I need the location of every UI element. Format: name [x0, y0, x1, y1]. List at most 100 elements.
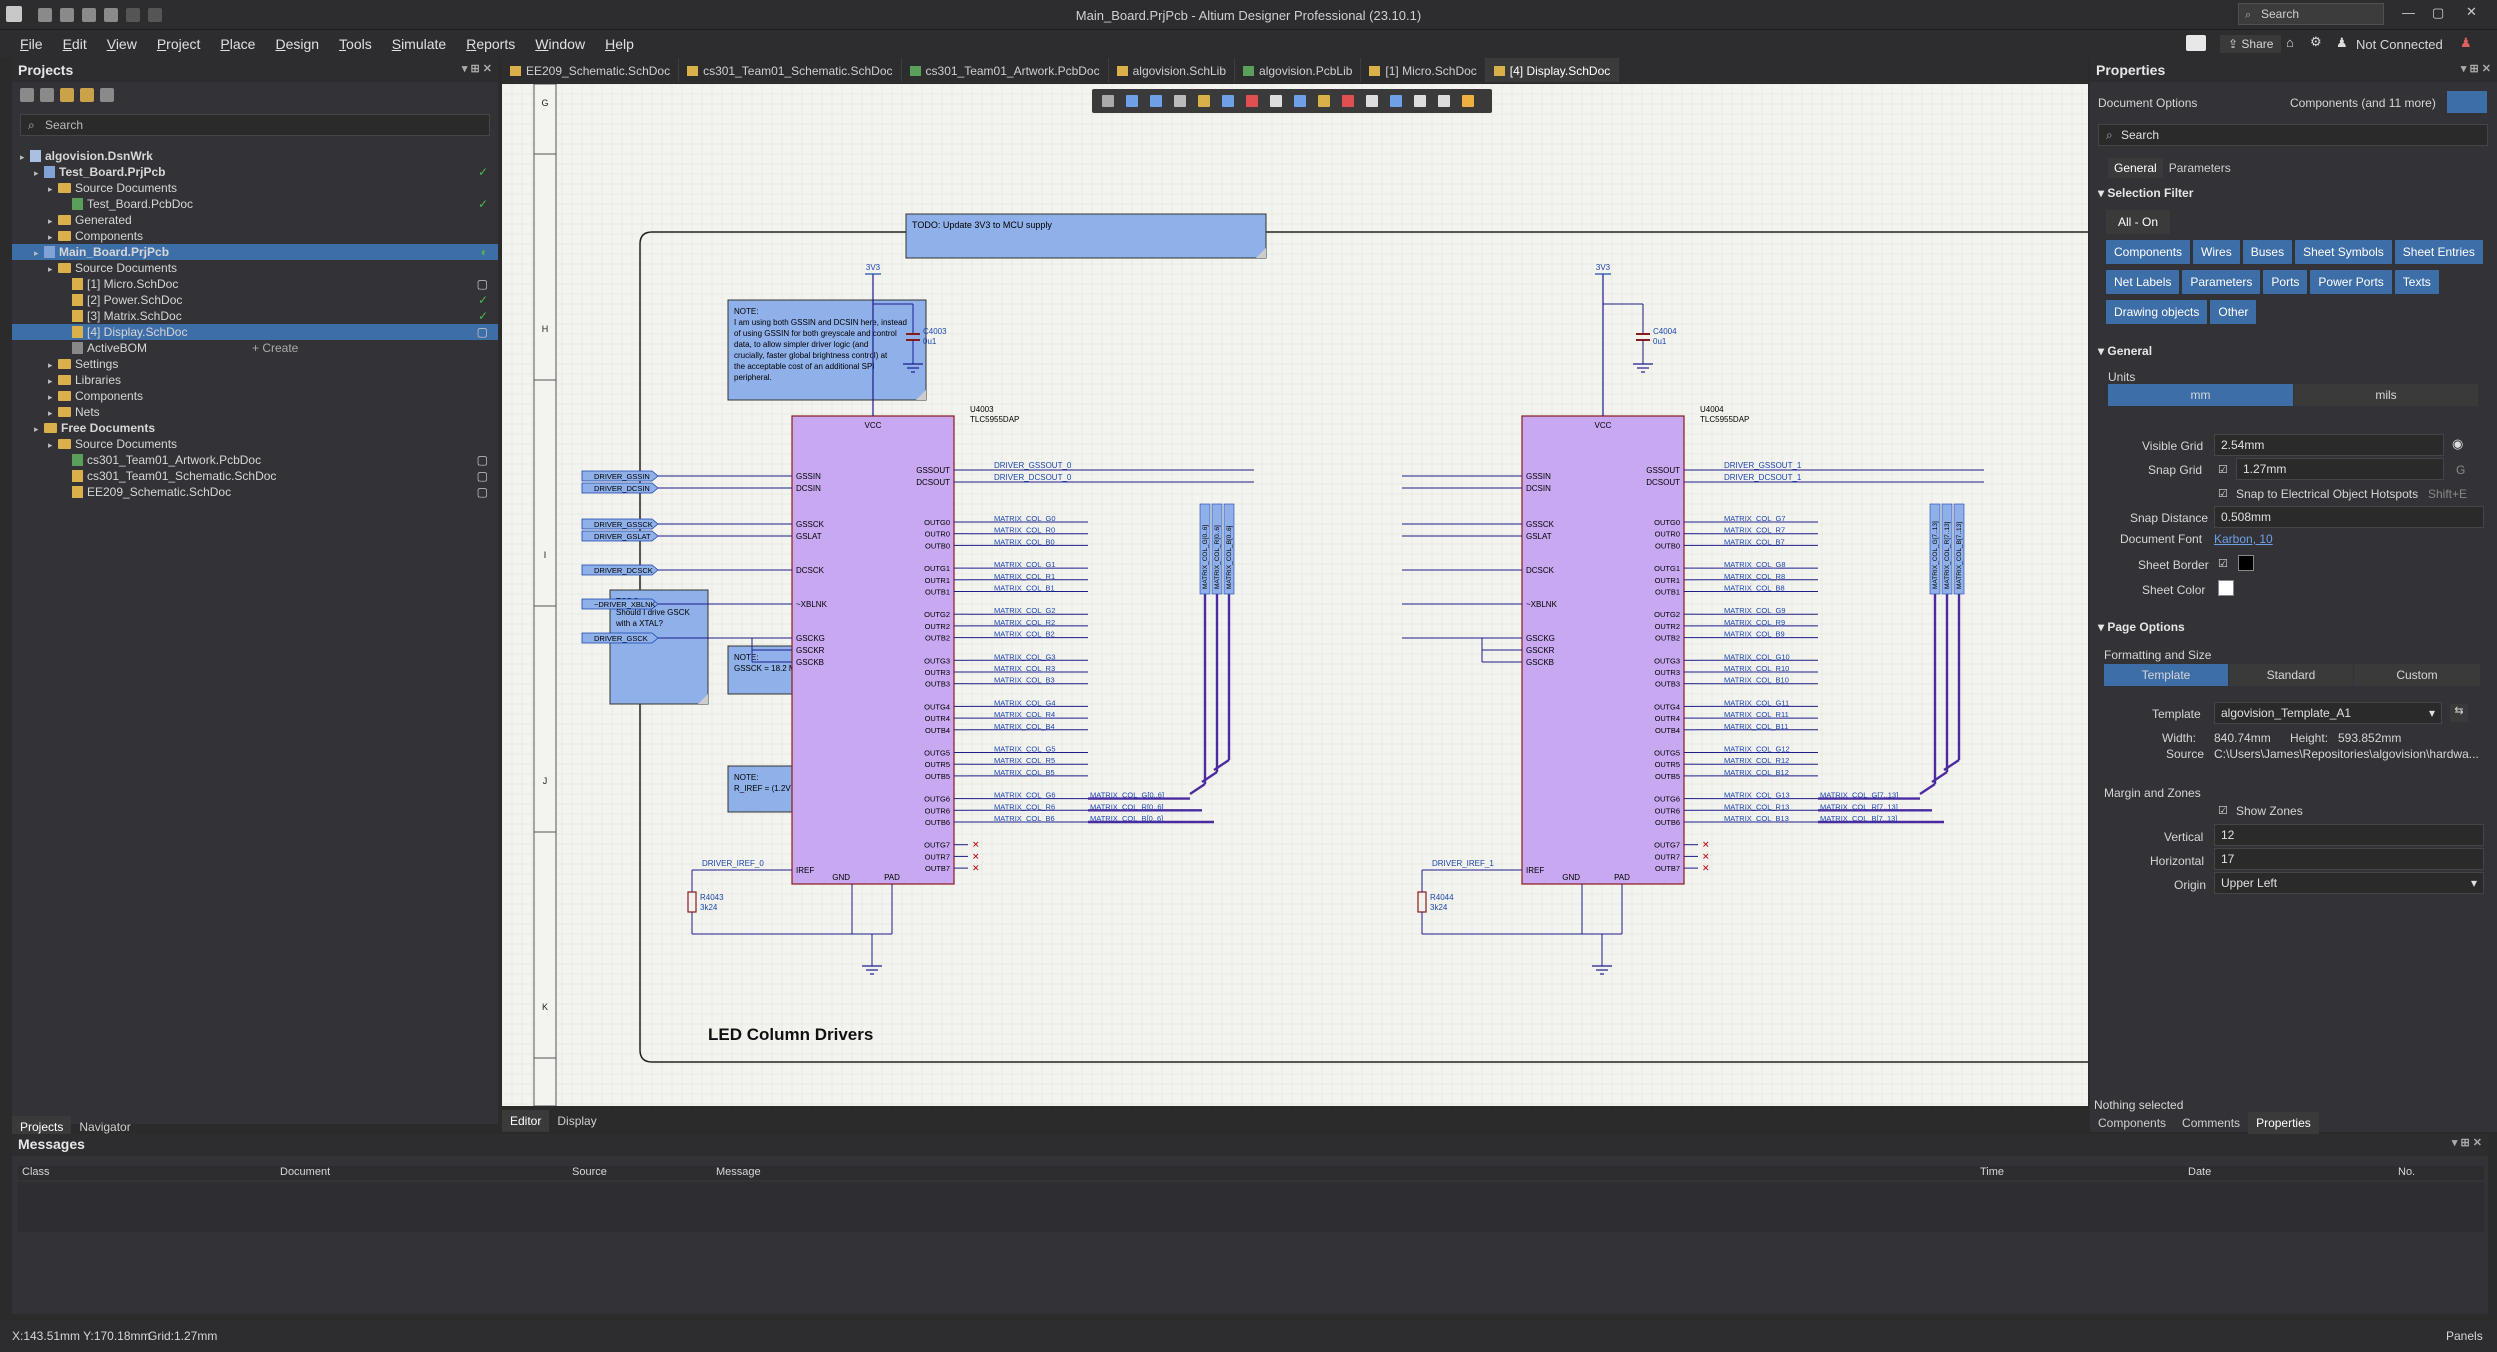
snap-hotspots-checkbox[interactable]: ☑: [2218, 487, 2228, 500]
filter-other-chip[interactable]: Other: [2210, 300, 2257, 324]
tree-item[interactable]: [4] Display.SchDoc ▢: [12, 324, 498, 340]
menu-window[interactable]: Window: [525, 30, 595, 58]
tree-item[interactable]: [1] Micro.SchDoc ▢: [12, 276, 498, 292]
expand-chevron-icon[interactable]: ▸: [34, 165, 44, 181]
expand-chevron-icon[interactable]: ▸: [34, 245, 44, 261]
tab-properties[interactable]: Properties: [2248, 1112, 2319, 1134]
unit-mils-button[interactable]: mils: [2294, 384, 2478, 406]
panels-button[interactable]: Panels: [2442, 1329, 2487, 1343]
eye-icon[interactable]: ◉: [2452, 436, 2463, 452]
connection-status[interactable]: Not Connected: [2356, 37, 2443, 52]
sheet-color-swatch[interactable]: [2218, 580, 2234, 596]
refresh-template-icon[interactable]: ⇆: [2450, 704, 2468, 722]
settings-gear-icon[interactable]: ⚙: [2310, 34, 2322, 50]
selection-filter-heading[interactable]: ▾ Selection Filter: [2098, 186, 2193, 200]
panel-controls-icon[interactable]: ▾ ⊞ ✕: [2461, 62, 2491, 75]
toolbar-tool-icon[interactable]: [1222, 95, 1234, 107]
expand-chevron-icon[interactable]: ▸: [48, 437, 58, 453]
tree-item[interactable]: [2] Power.SchDoc ✓: [12, 292, 498, 308]
toolbar-tool-icon[interactable]: [1126, 95, 1138, 107]
menu-tools[interactable]: Tools: [329, 30, 382, 58]
snap-distance-field[interactable]: 0.508mm: [2214, 506, 2484, 528]
add-folder-icon[interactable]: [80, 88, 94, 102]
expand-chevron-icon[interactable]: ▸: [34, 421, 44, 437]
filter-drawing-objects-chip[interactable]: Drawing objects: [2106, 300, 2208, 324]
panel-controls-icon[interactable]: ▾ ⊞ ✕: [462, 62, 492, 75]
format-standard-button[interactable]: Standard: [2229, 664, 2353, 686]
tree-item[interactable]: ▸ Generated: [12, 212, 498, 228]
tree-item[interactable]: ▸ Main_Board.PrjPcb ◐: [12, 244, 498, 260]
tree-item[interactable]: ActiveBOM + Create: [12, 340, 498, 356]
show-zones-checkbox[interactable]: ☑: [2218, 804, 2228, 817]
col-no[interactable]: No.: [2398, 1166, 2415, 1178]
col-message[interactable]: Message: [716, 1166, 761, 1178]
expand-chevron-icon[interactable]: ▸: [48, 373, 58, 389]
toolbar-tool-icon[interactable]: [1462, 95, 1474, 107]
col-source[interactable]: Source: [572, 1166, 607, 1178]
close-window-button[interactable]: ✕: [2466, 4, 2477, 20]
toolbar-tool-icon[interactable]: [1414, 95, 1426, 107]
toolbar-tool-icon[interactable]: [1102, 95, 1114, 107]
menu-file[interactable]: File: [10, 30, 53, 58]
tab-editor[interactable]: Editor: [502, 1110, 550, 1132]
tree-item[interactable]: ▸ Free Documents: [12, 420, 498, 436]
horizontal-field[interactable]: 17: [2214, 848, 2484, 870]
tab-comments[interactable]: Comments: [2174, 1112, 2248, 1134]
format-template-button[interactable]: Template: [2104, 664, 2228, 686]
new-project-icon[interactable]: [40, 88, 54, 102]
expand-chevron-icon[interactable]: ▸: [48, 389, 58, 405]
toolbar-tool-icon[interactable]: [1318, 95, 1330, 107]
menu-edit[interactable]: Edit: [53, 30, 97, 58]
tree-item[interactable]: cs301_Team01_Schematic.SchDoc ▢: [12, 468, 498, 484]
properties-search[interactable]: ⌕ Search: [2098, 124, 2488, 146]
menu-design[interactable]: Design: [265, 30, 329, 58]
open-folder-icon[interactable]: [60, 88, 74, 102]
expand-chevron-icon[interactable]: ▸: [48, 357, 58, 373]
document-tab[interactable]: [1] Micro.SchDoc: [1361, 58, 1486, 82]
tree-item[interactable]: ▸ algovision.DsnWrk: [12, 148, 498, 164]
snap-grid-checkbox[interactable]: ☑: [2218, 463, 2228, 476]
document-tab[interactable]: EE209_Schematic.SchDoc: [502, 58, 680, 82]
all-on-button[interactable]: All - On: [2106, 210, 2171, 234]
document-tab[interactable]: algovision.PcbLib: [1235, 58, 1362, 82]
tree-item[interactable]: ▸ Nets: [12, 404, 498, 420]
sheet-border-color-swatch[interactable]: [2238, 555, 2254, 571]
toolbar-tool-icon[interactable]: [1438, 95, 1450, 107]
page-options-heading[interactable]: ▾ Page Options: [2098, 620, 2185, 634]
tab-components[interactable]: Components: [2090, 1112, 2174, 1134]
settings-icon[interactable]: [100, 88, 114, 102]
sheet-border-checkbox[interactable]: ☑: [2218, 557, 2228, 570]
filter-texts-chip[interactable]: Texts: [2394, 270, 2439, 294]
filter-ports-chip[interactable]: Ports: [2263, 270, 2308, 294]
filter-net-labels-chip[interactable]: Net Labels: [2106, 270, 2180, 294]
expand-chevron-icon[interactable]: ▸: [48, 261, 58, 277]
menu-reports[interactable]: Reports: [456, 30, 525, 58]
chat-icon[interactable]: [2186, 35, 2206, 51]
menu-help[interactable]: Help: [595, 30, 644, 58]
tree-item[interactable]: ▸ Settings: [12, 356, 498, 372]
home-icon[interactable]: ⌂: [2286, 35, 2294, 50]
format-custom-button[interactable]: Custom: [2354, 664, 2480, 686]
tree-item[interactable]: ▸ Libraries: [12, 372, 498, 388]
col-time[interactable]: Time: [1980, 1166, 2004, 1178]
general-heading[interactable]: ▾ General: [2098, 344, 2152, 358]
tree-item[interactable]: ▸ Source Documents: [12, 436, 498, 452]
filter-power-ports-chip[interactable]: Power Ports: [2310, 270, 2392, 294]
vertical-field[interactable]: 12: [2214, 824, 2484, 846]
document-font-link[interactable]: Karbon, 10: [2214, 532, 2273, 546]
components-filter-label[interactable]: Components (and 11 more): [2290, 96, 2436, 110]
col-document[interactable]: Document: [280, 1166, 330, 1178]
share-button[interactable]: ⇪ Share: [2220, 35, 2282, 53]
document-tab[interactable]: [4] Display.SchDoc: [1485, 58, 1620, 82]
tree-item[interactable]: ▸ Components: [12, 388, 498, 404]
unit-mm-button[interactable]: mm: [2108, 384, 2293, 406]
template-select[interactable]: algovision_Template_A1 ▾: [2214, 702, 2442, 724]
tree-item[interactable]: ▸ Source Documents: [12, 260, 498, 276]
document-tab[interactable]: cs301_Team01_Schematic.SchDoc: [679, 58, 902, 82]
tree-item[interactable]: ▸ Test_Board.PrjPcb ✓: [12, 164, 498, 180]
tree-item[interactable]: cs301_Team01_Artwork.PcbDoc ▢: [12, 452, 498, 468]
toolbar-tool-icon[interactable]: [1198, 95, 1210, 107]
save-project-icon[interactable]: [20, 88, 34, 102]
filter-icon[interactable]: [2447, 91, 2487, 113]
panel-controls-icon[interactable]: ▾ ⊞ ✕: [2452, 1136, 2482, 1149]
